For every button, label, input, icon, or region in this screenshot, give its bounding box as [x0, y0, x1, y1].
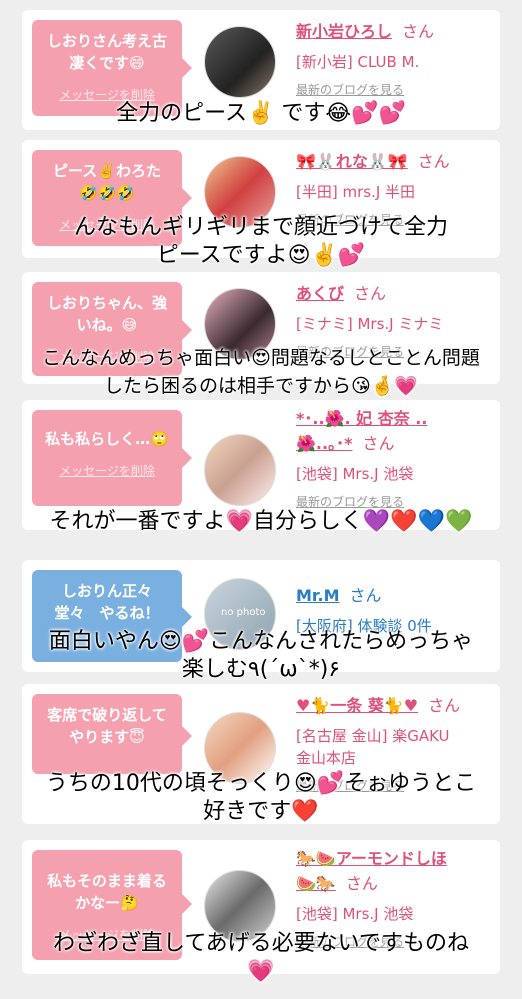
sender-name[interactable]: あくび [296, 284, 344, 303]
avatar[interactable] [204, 26, 276, 98]
shop-info[interactable]: [池袋] Mrs.J 池袋 [296, 463, 496, 485]
sender-name[interactable]: ♥🐈一条 葵🐈♥ [296, 696, 418, 715]
honorific: さん [349, 586, 382, 605]
shop-info[interactable]: [池袋] Mrs.J 池袋 [296, 903, 496, 925]
caption: それが一番ですよ💗自分らしく💜❤️💙💚 [49, 509, 473, 534]
message-text: 客席で破り返して やります😇 [47, 706, 167, 746]
caption: うちの10代の頃そっくり😍💕そぉゆうとこ 好きです❤️ [45, 771, 477, 824]
sender-name[interactable]: Mr.M [296, 586, 340, 605]
honorific: さん [354, 284, 387, 303]
caption: 全力のピース✌️ です😂💕💕 [116, 101, 406, 126]
sender-info: *･..🌺. 妃 杏奈 .. 🌺..｡･* さん [池袋] Mrs.J 池袋 最新… [296, 408, 496, 510]
message-text: しおりちゃん、強 いね。😅 [46, 294, 167, 334]
sender-info: 新小岩ひろし さん [新小岩] CLUB M. 最新のブログを見る [296, 18, 496, 98]
avatar[interactable] [204, 434, 276, 506]
honorific: さん [345, 874, 378, 893]
caption: こんなんめっちゃ面白い😍問題なるしとことん問題 したら困るのは相手ですから😘🤞💗 [42, 347, 480, 397]
shop-info[interactable]: [名古屋 金山] 楽GAKU 金山本店 [296, 725, 496, 769]
message-bubble: 客席で破り返して やります😇 [32, 694, 192, 774]
honorific: さん [362, 434, 395, 453]
sender-name[interactable]: 新小岩ひろし [296, 22, 392, 41]
blog-link[interactable]: 最新のブログを見る [296, 81, 496, 98]
honorific: さん [417, 152, 450, 171]
caption: わざわざ直してあげる必要ないですものね 💗 [52, 931, 470, 984]
message-text: しおりん正々 堂々 やるね！ [54, 582, 160, 622]
shop-info[interactable]: [ミナミ] Mrs.J ミナミ [296, 313, 496, 335]
message-text: 私も私らしく…🙄 [45, 430, 169, 448]
delete-message-link[interactable]: メッセージを削除 [42, 462, 172, 479]
sender-name[interactable]: 🎀🐰れな🐰🎀 [296, 152, 408, 171]
caption: んなもんギリギリまで顔近づけて全力 ピースですよ😍✌️💕 [73, 215, 448, 268]
no-photo-label: no photo [221, 607, 266, 618]
message-bubble: 私も私らしく…🙄 メッセージを削除 [32, 410, 192, 506]
shop-info[interactable]: [半田] mrs.J 半田 [296, 181, 496, 203]
message-text: しおりさん考え古 凄くです😄 [46, 32, 167, 72]
shop-info[interactable]: [新小岩] CLUB M. [296, 51, 496, 73]
caption: 面白いやん😍💕こんなんされたらめっちゃ 楽しむ٩(´ω`*)۶ [48, 629, 474, 682]
message-text: ピース✌️わろた 🤣🤣🤣 [53, 162, 161, 202]
honorific: さん [402, 22, 435, 41]
message-text: 私もそのまま着る かなー🤔 [47, 872, 167, 912]
honorific: さん [428, 696, 461, 715]
